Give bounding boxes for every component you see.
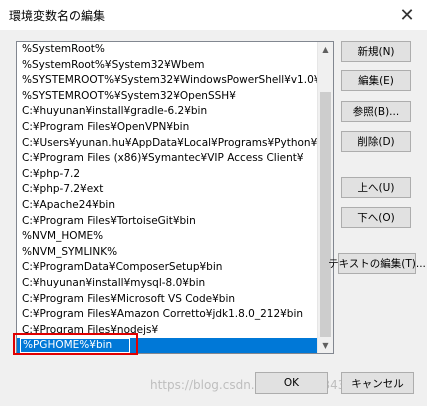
ok-button[interactable]: OK	[255, 372, 328, 394]
list-item[interactable]: C:¥Program Files¥Microsoft VS Code¥bin	[17, 292, 319, 308]
list-item[interactable]: C:¥huyunan¥install¥gradle-6.2¥bin	[17, 104, 319, 120]
list-item[interactable]: C:¥Apache24¥bin	[17, 198, 319, 214]
list-item[interactable]: %NVM_SYMLINK%	[17, 245, 319, 261]
scroll-down-icon[interactable]: ▼	[318, 338, 333, 353]
edit-text-button[interactable]: テキストの編集(T)...	[328, 253, 426, 274]
list-item[interactable]: C:¥ProgramData¥ComposerSetup¥bin	[17, 260, 319, 276]
list-item[interactable]: %SystemRoot%	[17, 42, 319, 58]
window-title: 環境変数名の編集	[9, 9, 106, 23]
list-item[interactable]: C:¥Program Files (x86)¥Symantec¥VIP Acce…	[17, 151, 319, 167]
list-item[interactable]: C:¥huyunan¥install¥mysql-8.0¥bin	[17, 276, 319, 292]
scroll-thumb[interactable]	[320, 92, 331, 337]
list-item[interactable]: C:¥php-7.2¥ext	[17, 182, 319, 198]
list-item[interactable]: %SYSTEMROOT%¥System32¥WindowsPowerShell¥…	[17, 73, 319, 89]
list-item-editing[interactable]: %PGHOME%¥bin	[17, 338, 319, 353]
scroll-up-icon[interactable]: ▲	[318, 42, 333, 57]
list-item[interactable]: %NVM_HOME%	[17, 229, 319, 245]
list-item[interactable]: C:¥Program Files¥OpenVPN¥bin	[17, 120, 319, 136]
title-bar: 環境変数名の編集 ✕	[0, 0, 427, 30]
list-item[interactable]: C:¥php-7.2	[17, 167, 319, 183]
move-up-button[interactable]: 上へ(U)	[341, 177, 411, 198]
cancel-button[interactable]: キャンセル	[341, 372, 414, 394]
move-down-button[interactable]: 下へ(O)	[341, 207, 411, 228]
list-item[interactable]: %SYSTEMROOT%¥System32¥OpenSSH¥	[17, 89, 319, 105]
new-button[interactable]: 新規(N)	[341, 41, 411, 62]
list-item[interactable]: C:¥Users¥yunan.hu¥AppData¥Local¥Programs…	[17, 136, 319, 152]
edit-button[interactable]: 編集(E)	[341, 70, 411, 91]
delete-button[interactable]: 削除(D)	[341, 131, 411, 152]
list-item[interactable]: C:¥Program Files¥nodejs¥	[17, 323, 319, 339]
browse-button[interactable]: 参照(B)...	[341, 101, 411, 122]
path-list-rows: %SystemRoot% %SystemRoot%¥System32¥Wbem %S…	[17, 42, 319, 353]
close-icon[interactable]: ✕	[387, 0, 427, 30]
vertical-scrollbar[interactable]: ▲ ▼	[317, 42, 333, 353]
list-item[interactable]: %SystemRoot%¥System32¥Wbem	[17, 58, 319, 74]
path-list[interactable]: %SystemRoot% %SystemRoot%¥System32¥Wbem %S…	[16, 41, 334, 354]
path-edit-input[interactable]: %PGHOME%¥bin	[20, 338, 130, 353]
list-item[interactable]: C:¥Program Files¥TortoiseGit¥bin	[17, 214, 319, 230]
list-item[interactable]: C:¥Program Files¥Amazon Corretto¥jdk1.8.…	[17, 307, 319, 323]
